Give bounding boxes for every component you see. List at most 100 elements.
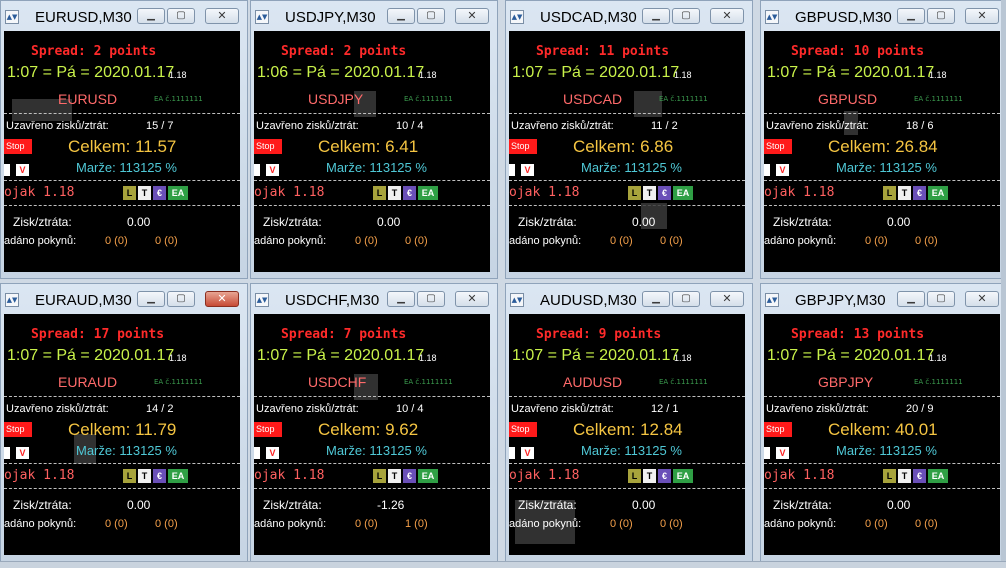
euro-button[interactable]: € xyxy=(153,469,166,483)
ea-button[interactable]: EA xyxy=(673,186,693,200)
v-button[interactable]: V xyxy=(521,164,534,176)
chart-area[interactable]: Spread: 13 points 1:07 = Pá = 2020.01.17… xyxy=(764,314,1000,555)
t-button[interactable]: T xyxy=(388,469,401,483)
chart-window-usdjpy[interactable]: ▲▼ USDJPY,M30 ▁ ▢ ✕ Spread: 2 points 1:0… xyxy=(250,0,498,279)
chart-window-icon[interactable]: ▲▼ xyxy=(510,293,524,307)
checkbox[interactable] xyxy=(254,164,260,176)
chart-window-euraud[interactable]: ▲▼ EURAUD,M30 ▁ ▢ ✕ Spread: 17 points 1:… xyxy=(0,283,248,562)
maximize-button[interactable]: ▢ xyxy=(672,291,700,307)
chart-window-icon[interactable]: ▲▼ xyxy=(765,10,779,24)
stop-button[interactable]: Stop xyxy=(764,422,792,437)
v-button[interactable]: V xyxy=(16,164,29,176)
maximize-button[interactable]: ▢ xyxy=(927,8,955,24)
chart-area[interactable]: Spread: 7 points 1:07 = Pá = 2020.01.17 … xyxy=(254,314,490,555)
euro-button[interactable]: € xyxy=(403,186,416,200)
checkbox[interactable] xyxy=(509,447,515,459)
ea-button[interactable]: EA xyxy=(418,469,438,483)
window-titlebar[interactable]: ▲▼ USDCAD,M30 ▁ ▢ ✕ xyxy=(506,1,752,31)
l-button[interactable]: L xyxy=(883,469,896,483)
maximize-button[interactable]: ▢ xyxy=(417,8,445,24)
v-button[interactable]: V xyxy=(776,447,789,459)
chart-window-icon[interactable]: ▲▼ xyxy=(510,10,524,24)
t-button[interactable]: T xyxy=(643,469,656,483)
chart-window-icon[interactable]: ▲▼ xyxy=(765,293,779,307)
minimize-button[interactable]: ▁ xyxy=(387,291,415,307)
chart-window-eurusd[interactable]: ▲▼ EURUSD,M30 ▁ ▢ ✕ Spread: 2 points 1:0… xyxy=(0,0,248,279)
ea-button[interactable]: EA xyxy=(673,469,693,483)
chart-area[interactable]: Spread: 11 points 1:07 = Pá = 2020.01.17… xyxy=(509,31,745,272)
minimize-button[interactable]: ▁ xyxy=(387,8,415,24)
close-button[interactable]: ✕ xyxy=(710,291,744,307)
t-button[interactable]: T xyxy=(898,186,911,200)
maximize-button[interactable]: ▢ xyxy=(927,291,955,307)
chart-area[interactable]: Spread: 9 points 1:07 = Pá = 2020.01.17 … xyxy=(509,314,745,555)
checkbox[interactable] xyxy=(254,447,260,459)
stop-button[interactable]: Stop xyxy=(509,422,537,437)
checkbox[interactable] xyxy=(4,164,10,176)
l-button[interactable]: L xyxy=(123,469,136,483)
checkbox[interactable] xyxy=(4,447,10,459)
stop-button[interactable]: Stop xyxy=(509,139,537,154)
euro-button[interactable]: € xyxy=(153,186,166,200)
window-titlebar[interactable]: ▲▼ GBPJPY,M30 ▁ ▢ ✕ xyxy=(761,284,1006,314)
chart-window-icon[interactable]: ▲▼ xyxy=(5,293,19,307)
t-button[interactable]: T xyxy=(138,186,151,200)
window-titlebar[interactable]: ▲▼ EURUSD,M30 ▁ ▢ ✕ xyxy=(1,1,247,31)
euro-button[interactable]: € xyxy=(658,186,671,200)
close-button[interactable]: ✕ xyxy=(455,291,489,307)
chart-window-usdcad[interactable]: ▲▼ USDCAD,M30 ▁ ▢ ✕ Spread: 11 points 1:… xyxy=(505,0,753,279)
chart-window-icon[interactable]: ▲▼ xyxy=(255,10,269,24)
t-button[interactable]: T xyxy=(643,186,656,200)
stop-button[interactable]: Stop xyxy=(764,139,792,154)
euro-button[interactable]: € xyxy=(658,469,671,483)
window-titlebar[interactable]: ▲▼ USDCHF,M30 ▁ ▢ ✕ xyxy=(251,284,497,314)
ea-button[interactable]: EA xyxy=(928,469,948,483)
checkbox[interactable] xyxy=(764,447,770,459)
checkbox[interactable] xyxy=(764,164,770,176)
t-button[interactable]: T xyxy=(898,469,911,483)
chart-window-gbpjpy[interactable]: ▲▼ GBPJPY,M30 ▁ ▢ ✕ Spread: 13 points 1:… xyxy=(760,283,1006,562)
close-button[interactable]: ✕ xyxy=(710,8,744,24)
ea-button[interactable]: EA xyxy=(168,469,188,483)
window-titlebar[interactable]: ▲▼ GBPUSD,M30 ▁ ▢ ✕ xyxy=(761,1,1006,31)
v-button[interactable]: V xyxy=(16,447,29,459)
chart-window-gbpusd[interactable]: ▲▼ GBPUSD,M30 ▁ ▢ ✕ Spread: 10 points 1:… xyxy=(760,0,1006,279)
euro-button[interactable]: € xyxy=(403,469,416,483)
chart-window-audusd[interactable]: ▲▼ AUDUSD,M30 ▁ ▢ ✕ Spread: 9 points 1:0… xyxy=(505,283,753,562)
l-button[interactable]: L xyxy=(883,186,896,200)
minimize-button[interactable]: ▁ xyxy=(897,291,925,307)
chart-area[interactable]: Spread: 2 points 1:06 = Pá = 2020.01.17 … xyxy=(254,31,490,272)
ea-button[interactable]: EA xyxy=(418,186,438,200)
v-button[interactable]: V xyxy=(521,447,534,459)
euro-button[interactable]: € xyxy=(913,186,926,200)
maximize-button[interactable]: ▢ xyxy=(672,8,700,24)
l-button[interactable]: L xyxy=(123,186,136,200)
window-titlebar[interactable]: ▲▼ USDJPY,M30 ▁ ▢ ✕ xyxy=(251,1,497,31)
stop-button[interactable]: Stop xyxy=(254,422,282,437)
t-button[interactable]: T xyxy=(388,186,401,200)
minimize-button[interactable]: ▁ xyxy=(642,8,670,24)
close-button[interactable]: ✕ xyxy=(965,291,999,307)
checkbox[interactable] xyxy=(509,164,515,176)
chart-window-icon[interactable]: ▲▼ xyxy=(255,293,269,307)
close-button[interactable]: ✕ xyxy=(205,8,239,24)
minimize-button[interactable]: ▁ xyxy=(137,8,165,24)
window-titlebar[interactable]: ▲▼ AUDUSD,M30 ▁ ▢ ✕ xyxy=(506,284,752,314)
chart-area[interactable]: Spread: 10 points 1:07 = Pá = 2020.01.17… xyxy=(764,31,1000,272)
chart-area[interactable]: Spread: 17 points 1:07 = Pá = 2020.01.17… xyxy=(4,314,240,555)
minimize-button[interactable]: ▁ xyxy=(897,8,925,24)
l-button[interactable]: L xyxy=(628,469,641,483)
v-button[interactable]: V xyxy=(266,447,279,459)
close-button[interactable]: ✕ xyxy=(455,8,489,24)
minimize-button[interactable]: ▁ xyxy=(137,291,165,307)
l-button[interactable]: L xyxy=(373,469,386,483)
chart-window-usdchf[interactable]: ▲▼ USDCHF,M30 ▁ ▢ ✕ Spread: 7 points 1:0… xyxy=(250,283,498,562)
chart-window-icon[interactable]: ▲▼ xyxy=(5,10,19,24)
maximize-button[interactable]: ▢ xyxy=(417,291,445,307)
ea-button[interactable]: EA xyxy=(168,186,188,200)
maximize-button[interactable]: ▢ xyxy=(167,291,195,307)
window-titlebar[interactable]: ▲▼ EURAUD,M30 ▁ ▢ ✕ xyxy=(1,284,247,314)
chart-area[interactable]: Spread: 2 points 1:07 = Pá = 2020.01.17 … xyxy=(4,31,240,272)
l-button[interactable]: L xyxy=(628,186,641,200)
euro-button[interactable]: € xyxy=(913,469,926,483)
